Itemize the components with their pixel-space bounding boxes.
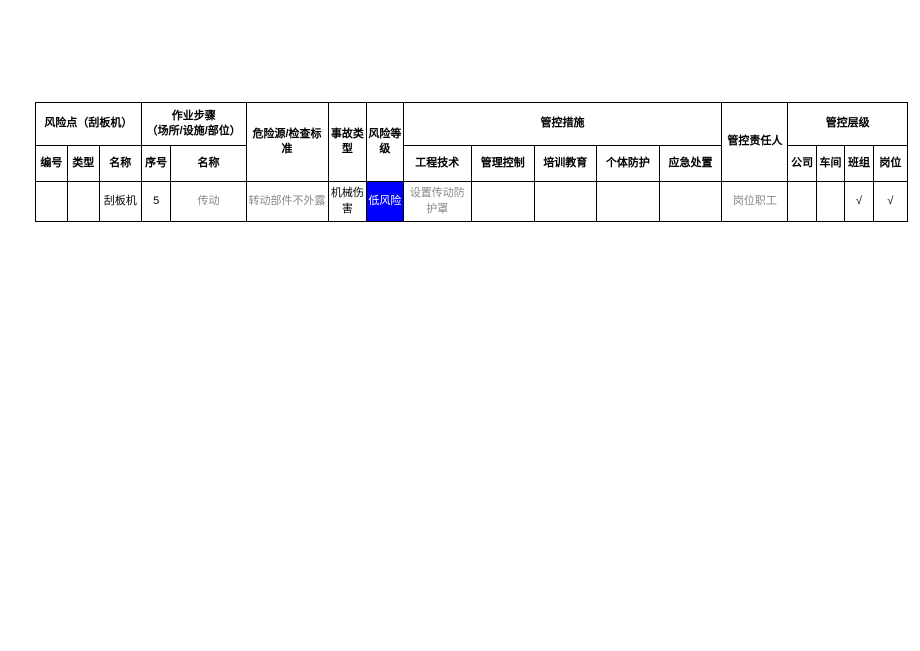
th-control-measures: 管控措施 — [403, 103, 722, 146]
cell-emergency — [659, 182, 722, 222]
cell-risk-level: 低风险 — [367, 182, 403, 222]
th-cm-training: 培训教育 — [534, 146, 597, 182]
cell-accident: 机械伤害 — [328, 182, 367, 222]
risk-table: 风险点（刮板机） 作业步骤 （场所/设施/部位） 危险源/检查标准 事故类型 风… — [35, 102, 908, 222]
th-operation-step: 作业步骤 （场所/设施/部位） — [141, 103, 246, 146]
th-control-person: 管控责任人 — [722, 103, 788, 182]
cell-lvl-post: √ — [873, 182, 907, 222]
th-accident-type: 事故类型 — [328, 103, 367, 182]
th-rp-name: 名称 — [99, 146, 141, 182]
th-risk-point: 风险点（刮板机） — [36, 103, 142, 146]
cell-ppe — [597, 182, 660, 222]
th-lvl-post: 岗位 — [873, 146, 907, 182]
th-risk-level: 风险等级 — [367, 103, 403, 182]
th-rp-no: 编号 — [36, 146, 68, 182]
cell-lvl-workshop — [816, 182, 844, 222]
cell-rp-name: 刮板机 — [99, 182, 141, 222]
th-lvl-team: 班组 — [845, 146, 873, 182]
th-op-no: 序号 — [141, 146, 171, 182]
cell-op-no: 5 — [141, 182, 171, 222]
th-rp-type: 类型 — [67, 146, 99, 182]
th-hazard: 危险源/检查标准 — [246, 103, 328, 182]
table-row: 刮板机 5 传动 转动部件不外露 机械伤害 低风险 设置传动防护罩 岗位职工 √… — [36, 182, 908, 222]
risk-table-container: 风险点（刮板机） 作业步骤 （场所/设施/部位） 危险源/检查标准 事故类型 风… — [0, 0, 920, 222]
th-cm-emergency: 应急处置 — [659, 146, 722, 182]
th-cm-management: 管理控制 — [471, 146, 534, 182]
cell-training — [534, 182, 597, 222]
cell-hazard: 转动部件不外露 — [246, 182, 328, 222]
th-lvl-workshop: 车间 — [816, 146, 844, 182]
th-lvl-company: 公司 — [788, 146, 816, 182]
cell-lvl-team: √ — [845, 182, 873, 222]
th-control-level-group: 管控层级 — [788, 103, 908, 146]
th-cm-engineering: 工程技术 — [403, 146, 471, 182]
cell-management — [471, 182, 534, 222]
cell-person: 岗位职工 — [722, 182, 788, 222]
cell-op-name: 传动 — [171, 182, 246, 222]
th-cm-ppe: 个体防护 — [597, 146, 660, 182]
cell-lvl-company — [788, 182, 816, 222]
cell-engineering: 设置传动防护罩 — [403, 182, 471, 222]
cell-rp-no — [36, 182, 68, 222]
cell-rp-type — [67, 182, 99, 222]
th-op-name: 名称 — [171, 146, 246, 182]
